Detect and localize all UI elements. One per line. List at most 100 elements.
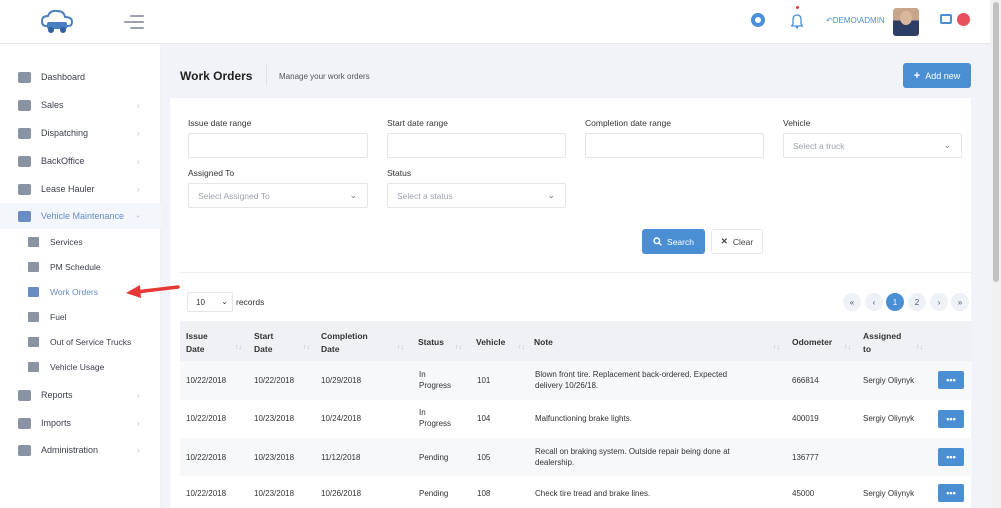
sidebar-item-imports[interactable]: Imports › [0, 410, 161, 436]
sidebar-subitem-services[interactable]: Services [0, 230, 161, 254]
sidebar-subitem-pm-schedule[interactable]: PM Schedule [0, 255, 161, 279]
chevron-right-icon: › [137, 128, 140, 138]
col-completion-date[interactable]: Completion Date ↑↓ [321, 321, 410, 361]
table-row: 10/22/2018 10/23/2018 10/26/2018 Pending… [180, 476, 972, 508]
menu-toggle-icon[interactable] [124, 15, 144, 29]
close-icon: ✕ [720, 236, 728, 246]
row-actions-button[interactable]: ••• [938, 410, 964, 428]
add-new-button[interactable]: + Add new [903, 63, 971, 88]
sidebar-item-dispatching[interactable]: Dispatching › [0, 120, 161, 146]
col-note[interactable]: Note ↑↓ [534, 321, 786, 361]
chat-icon[interactable] [940, 14, 952, 24]
cell-note: Recall on braking system. Outside repair… [535, 446, 730, 468]
bell-icon[interactable] [791, 13, 803, 29]
chevron-down-icon: ⌄ [943, 140, 951, 150]
sidebar-subitem-out-of-service[interactable]: Out of Service Trucks [0, 330, 161, 354]
page-2-button[interactable]: 2 [908, 293, 926, 311]
logo-icon[interactable] [38, 8, 76, 36]
col-issue-date[interactable]: Issue Date ↑↓ [186, 321, 248, 361]
status-label: Status [387, 168, 412, 178]
assigned-select[interactable]: Select Assigned To ⌄ [188, 183, 368, 208]
col-status[interactable]: Status ↑↓ [418, 321, 468, 361]
user-label[interactable]: DEMO\ADMIN [833, 16, 885, 25]
status-indicator[interactable] [957, 13, 970, 26]
records-label: records [236, 297, 265, 307]
col-odometer[interactable]: Odometer ↑↓ [792, 321, 857, 361]
sidebar-item-label: Lease Hauler [41, 184, 95, 194]
search-button[interactable]: Search [642, 229, 705, 254]
last-page-button[interactable]: » [951, 293, 969, 311]
first-page-button[interactable]: « [843, 293, 861, 311]
cell-issue-date: 10/22/2018 [186, 453, 227, 462]
chevron-right-icon: › [137, 100, 140, 110]
table-row: 10/22/2018 10/22/2018 10/29/2018 In Prog… [180, 361, 972, 400]
add-new-label: Add new [925, 70, 961, 81]
scrollbar-thumb[interactable] [993, 2, 999, 282]
user-switch-link[interactable]: ↶DEMO\ADMIN [826, 16, 885, 25]
row-actions-button[interactable]: ••• [938, 371, 964, 389]
sidebar-item-backoffice[interactable]: BackOffice › [0, 148, 161, 174]
status-select[interactable]: Select a status ⌄ [387, 183, 566, 208]
briefcase-icon [18, 155, 31, 167]
completion-date-input[interactable] [585, 133, 764, 158]
issue-date-input[interactable] [188, 133, 368, 158]
sort-icon: ↑↓ [773, 344, 780, 351]
col-start-date[interactable]: Start Date ↑↓ [254, 321, 316, 361]
records-per-page-select[interactable]: 10 ⌄ [187, 292, 233, 312]
chevron-right-icon: › [137, 445, 140, 455]
sidebar-subitem-fuel[interactable]: Fuel [0, 305, 161, 329]
vehicle-select[interactable]: Select a truck ⌄ [783, 133, 962, 158]
sort-icon: ↑↓ [518, 344, 525, 351]
row-actions-button[interactable]: ••• [938, 484, 964, 502]
page-subtitle: Manage your work orders [279, 72, 370, 81]
sidebar-item-administration[interactable]: Administration › [0, 437, 161, 463]
prev-page-button[interactable]: ‹ [865, 293, 883, 311]
cell-odometer: 136777 [792, 453, 819, 462]
cell-issue-date: 10/22/2018 [186, 414, 227, 423]
page-1-button[interactable]: 1 [886, 293, 904, 311]
cell-completion-date: 10/26/2018 [321, 489, 362, 498]
sidebar-subitem-label: PM Schedule [50, 262, 101, 272]
sidebar-subitem-label: Services [50, 237, 83, 247]
fuel-icon [28, 312, 39, 322]
completion-date-label: Completion date range [585, 118, 672, 128]
sidebar-item-label: Imports [41, 418, 72, 428]
cell-odometer: 400019 [792, 414, 819, 423]
sidebar-item-reports[interactable]: Reports › [0, 382, 161, 408]
note-text: Check tire tread and brake lines. [535, 489, 651, 498]
start-date-input[interactable] [387, 133, 566, 158]
sidebar-item-dashboard[interactable]: Dashboard [0, 64, 161, 90]
top-bar: ↶DEMO\ADMIN [0, 0, 990, 44]
table-row: 10/22/2018 10/23/2018 11/12/2018 Pending… [180, 438, 972, 476]
clear-button[interactable]: ✕ Clear [711, 229, 763, 254]
support-icon[interactable] [751, 13, 765, 27]
cell-start-date: 10/23/2018 [254, 414, 295, 423]
sort-icon: ↑↓ [916, 344, 923, 351]
cell-vehicle: 105 [477, 453, 491, 462]
sidebar-item-lease-hauler[interactable]: Lease Hauler › [0, 176, 161, 202]
col-assigned[interactable]: Assigned to ↑↓ [863, 321, 929, 361]
col-vehicle[interactable]: Vehicle ↑↓ [476, 321, 531, 361]
status-text: Pending [419, 489, 449, 498]
next-page-button[interactable]: › [930, 293, 948, 311]
printer-icon [18, 389, 31, 401]
cell-completion-date: 10/24/2018 [321, 414, 362, 423]
sidebar-subitem-vehicle-usage[interactable]: Vehicle Usage [0, 355, 161, 379]
sidebar: Dashboard Sales › Dispatching › BackOffi… [0, 44, 161, 508]
sort-icon: ↑↓ [844, 344, 851, 351]
cell-vehicle: 104 [477, 414, 491, 423]
sidebar-item-vehicle-maintenance[interactable]: Vehicle Maintenance › [0, 203, 161, 229]
sidebar-subitem-label: Vehicle Usage [50, 362, 105, 372]
annotation-arrow-icon [126, 285, 180, 298]
cell-assigned: Sergiy Oliynyk [863, 376, 915, 385]
page-title: Work Orders [180, 69, 253, 83]
sidebar-item-sales[interactable]: Sales › [0, 92, 161, 118]
cell-completion-date: 11/12/2018 [321, 453, 361, 462]
avatar[interactable] [893, 8, 919, 36]
row-actions-button[interactable]: ••• [938, 448, 964, 466]
cell-odometer: 666814 [792, 376, 819, 385]
page-scrollbar[interactable] [991, 0, 1001, 508]
cell-issue-date: 10/22/2018 [186, 376, 227, 385]
assigned-label: Assigned To [188, 168, 235, 178]
note-text: Malfunctioning brake lights. [535, 414, 632, 423]
